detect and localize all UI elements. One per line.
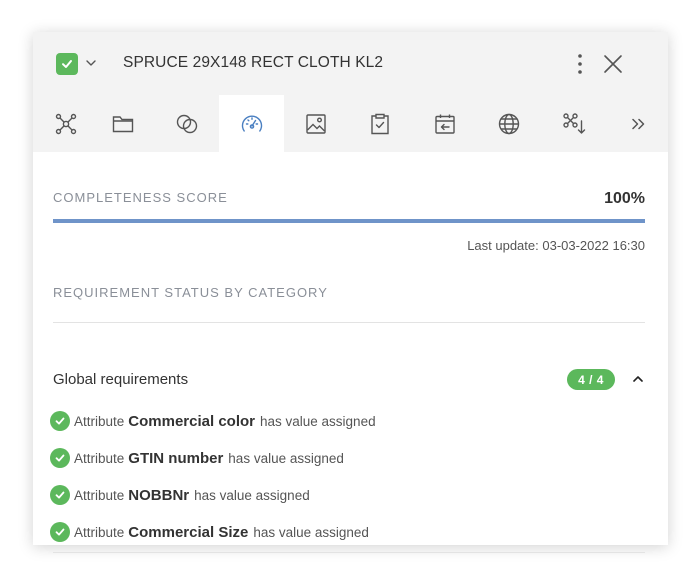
tab-more-tabs[interactable] (605, 95, 670, 152)
calendar-back-icon (434, 114, 455, 134)
last-update-text: Last update: 03-03-2022 16:30 (467, 238, 645, 253)
folder-icon (112, 115, 133, 132)
requirement-status-text: has value assigned (260, 413, 376, 429)
globe-icon (498, 113, 519, 134)
gauge-icon (241, 115, 262, 132)
requirement-prefix: Attribute (74, 487, 125, 503)
list-item: Attribute Commercial color has value assig… (50, 410, 376, 432)
tab-bar (33, 95, 668, 152)
tab-tasks[interactable] (347, 95, 412, 152)
check-circle-icon (50, 448, 70, 468)
tab-history[interactable] (412, 95, 477, 152)
list-item: Attribute GTIN number has value assigned (50, 447, 344, 469)
double-chevron-right-icon (631, 118, 644, 129)
requirement-attribute-name: Commercial color (128, 412, 255, 430)
entity-panel: SPRUCE 29X148 RECT CLOTH KL2 COMPLETENES… (33, 32, 668, 553)
tab-associations[interactable] (33, 95, 98, 152)
requirement-status-text: has value assigned (253, 524, 369, 540)
status-check-icon[interactable] (56, 53, 78, 75)
more-vertical-icon[interactable] (573, 51, 587, 77)
check-circle-icon (50, 411, 70, 431)
tree-sort-icon (562, 112, 585, 134)
requirement-prefix: Attribute (74, 450, 125, 466)
tab-categories[interactable] (90, 95, 155, 152)
tab-relations[interactable] (154, 95, 219, 152)
check-circle-icon (50, 485, 70, 505)
close-icon[interactable] (601, 51, 625, 77)
divider (53, 322, 645, 323)
network-icon (55, 113, 76, 134)
requirement-prefix: Attribute (74, 413, 125, 429)
requirement-count-badge: 4 / 4 (567, 369, 615, 390)
list-item: Attribute Commercial Size has value assign… (50, 521, 369, 543)
list-item: Attribute NOBBNr has value assigned (50, 484, 310, 506)
requirement-attribute-name: Commercial Size (128, 523, 249, 541)
panel-header: SPRUCE 29X148 RECT CLOTH KL2 (33, 32, 668, 152)
chevron-up-icon[interactable] (629, 370, 647, 388)
requirement-attribute-name: NOBBNr (128, 486, 190, 504)
image-icon (305, 113, 326, 134)
requirement-status-text: has value assigned (228, 450, 344, 466)
link-circles-icon (176, 114, 197, 133)
requirement-status-text: has value assigned (194, 487, 310, 503)
tab-structure[interactable] (541, 95, 606, 152)
requirement-group-title[interactable]: Global requirements (53, 371, 188, 388)
tab-media[interactable] (283, 95, 348, 152)
requirement-status-label: REQUIREMENT STATUS BY CATEGORY (53, 285, 328, 300)
requirement-attribute-name: GTIN number (128, 449, 224, 467)
completeness-progress-fill (53, 219, 645, 223)
page-title: SPRUCE 29X148 RECT CLOTH KL2 (123, 54, 384, 71)
tab-completeness[interactable] (219, 95, 284, 152)
clipboard-check-icon (370, 113, 389, 134)
chevron-down-icon[interactable] (85, 57, 97, 69)
completeness-score-label: COMPLETENESS SCORE (53, 190, 228, 205)
requirement-prefix: Attribute (74, 524, 125, 540)
completeness-score-value: 100% (604, 190, 645, 207)
completeness-progress-bar (53, 219, 645, 223)
tab-channels[interactable] (476, 95, 541, 152)
check-circle-icon (50, 522, 70, 542)
divider (53, 552, 645, 553)
